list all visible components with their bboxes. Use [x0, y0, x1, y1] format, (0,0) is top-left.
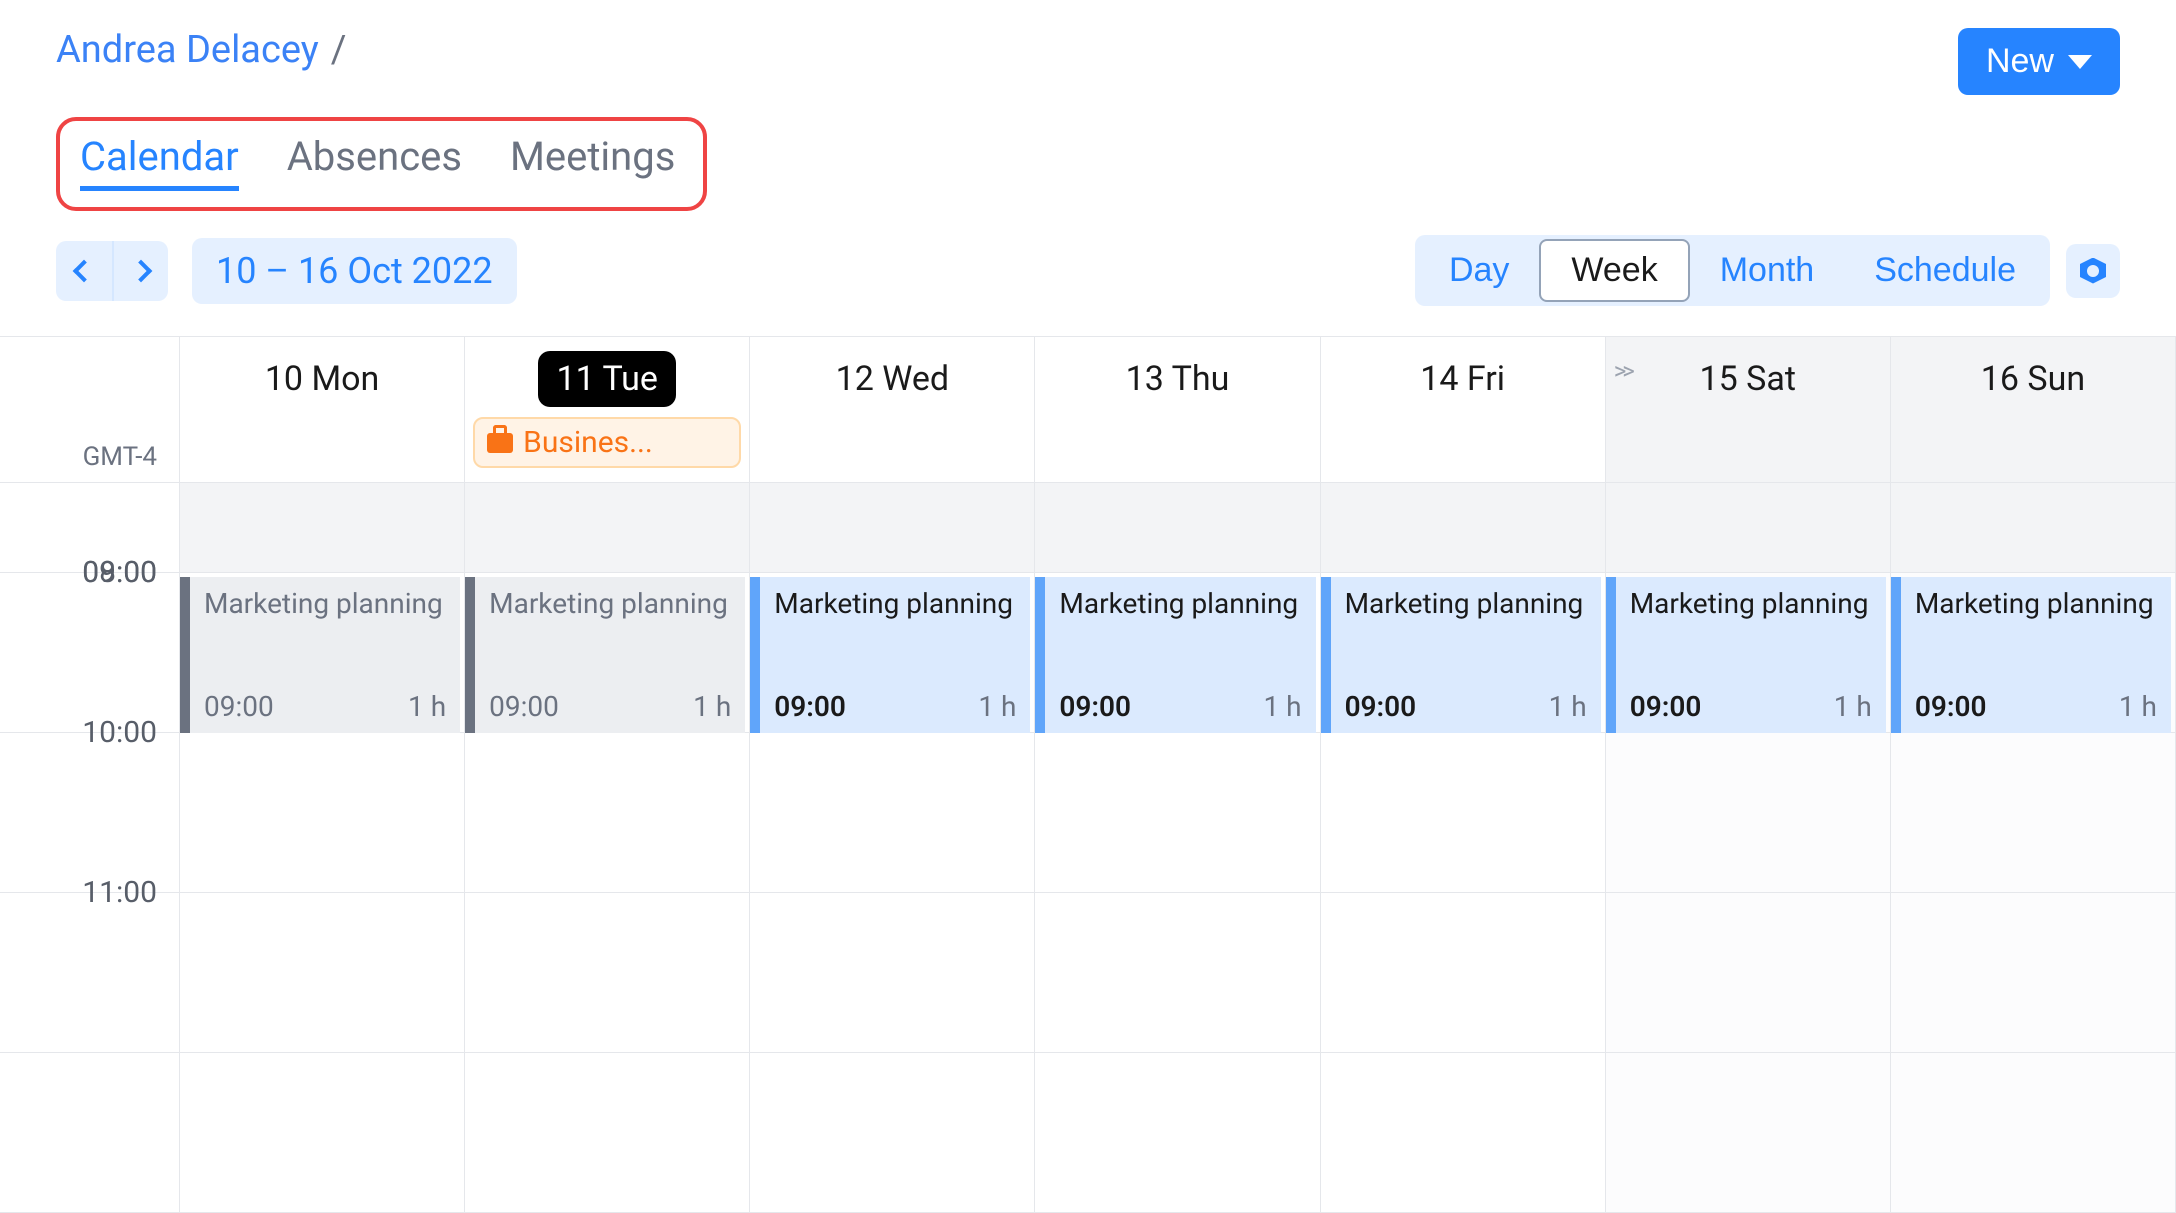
calendar-event[interactable]: Marketing planning 09:00 1 h — [465, 577, 745, 733]
day-header[interactable]: >> 15 Sat — [1606, 337, 1891, 482]
calendar-event[interactable]: Marketing planning 09:00 1 h — [1035, 577, 1315, 733]
tabs-highlight: Calendar Absences Meetings — [56, 117, 707, 211]
calendar-event[interactable]: Marketing planning 09:00 1 h — [1321, 577, 1601, 733]
event-time: 09:00 — [774, 690, 846, 723]
day-label: 15 Sat — [1682, 351, 1814, 407]
calendar-grid: GMT-4 10 Mon 11 Tue Busines... 12 Wed 13 Thu… — [0, 336, 2176, 1213]
day-label: 10 Mon — [247, 351, 398, 407]
allday-event[interactable]: Busines... — [473, 417, 741, 468]
event-duration: 1 h — [1549, 690, 1587, 723]
day-header[interactable]: 12 Wed — [750, 337, 1035, 482]
event-time: 09:00 — [204, 690, 274, 723]
date-nav — [56, 241, 168, 301]
time-label: 10:00 — [82, 715, 157, 750]
breadcrumb-user[interactable]: Andrea Delacey — [56, 28, 319, 72]
event-duration: 1 h — [978, 690, 1016, 723]
event-duration: 1 h — [1834, 690, 1872, 723]
tab-meetings[interactable]: Meetings — [510, 133, 675, 191]
timezone-label: GMT-4 — [0, 337, 180, 482]
view-week[interactable]: Week — [1539, 239, 1689, 302]
event-duration: 1 h — [1263, 690, 1301, 723]
calendar-event[interactable]: Marketing planning 09:00 1 h — [1606, 577, 1886, 733]
day-label: 13 Thu — [1108, 351, 1248, 407]
event-title: Marketing planning — [204, 587, 446, 621]
event-time: 09:00 — [1915, 690, 1987, 723]
new-button-label: New — [1986, 42, 2054, 81]
calendar-event[interactable]: Marketing planning 09:00 1 h — [1891, 577, 2171, 733]
day-header[interactable]: 14 Fri — [1321, 337, 1606, 482]
event-title: Marketing planning — [1345, 587, 1587, 621]
breadcrumb-separator: / — [331, 28, 347, 72]
event-title: Marketing planning — [1059, 587, 1301, 621]
day-column[interactable]: Marketing planning 09:00 1 h — [180, 483, 465, 1213]
event-time: 09:00 — [1059, 690, 1131, 723]
breadcrumb: Andrea Delacey / — [56, 28, 346, 72]
allday-event-title: Busines... — [523, 425, 653, 460]
event-duration: 1 h — [2119, 690, 2157, 723]
event-title: Marketing planning — [774, 587, 1016, 621]
day-header[interactable]: 11 Tue Busines... — [465, 337, 750, 482]
view-schedule[interactable]: Schedule — [1844, 239, 2046, 302]
day-label: 16 Sun — [1963, 351, 2103, 407]
day-header[interactable]: 16 Sun — [1891, 337, 2176, 482]
day-column[interactable]: Marketing planning 09:00 1 h — [1891, 483, 2176, 1213]
event-title: Marketing planning — [1630, 587, 1872, 621]
view-switcher: Day Week Month Schedule — [1415, 235, 2050, 306]
tab-calendar[interactable]: Calendar — [80, 133, 239, 191]
event-time: 09:00 — [489, 690, 559, 723]
prev-week-button[interactable] — [56, 241, 112, 301]
gear-icon — [2080, 258, 2106, 284]
day-label: 14 Fri — [1402, 351, 1523, 407]
event-duration: 1 h — [693, 690, 731, 723]
event-time: 09:00 — [1345, 690, 1417, 723]
day-column[interactable]: Marketing planning 09:00 1 h — [1606, 483, 1891, 1213]
day-header[interactable]: 10 Mon — [180, 337, 465, 482]
chevron-left-icon — [73, 259, 96, 282]
event-time: 09:00 — [1630, 690, 1702, 723]
event-title: Marketing planning — [1915, 587, 2157, 621]
briefcase-icon — [487, 433, 513, 453]
event-title: Marketing planning — [489, 587, 731, 621]
caret-down-icon — [2068, 55, 2092, 69]
date-range-picker[interactable]: 10 – 16 Oct 2022 — [192, 238, 517, 304]
day-label: 12 Wed — [818, 351, 968, 407]
time-label: 11:00 — [82, 875, 157, 910]
settings-button[interactable] — [2066, 244, 2120, 298]
expand-weekend-icon[interactable]: >> — [1614, 357, 1631, 385]
day-column[interactable]: Marketing planning 09:00 1 h — [465, 483, 750, 1213]
day-header[interactable]: 13 Thu — [1035, 337, 1320, 482]
new-button[interactable]: New — [1958, 28, 2120, 95]
calendar-event[interactable]: Marketing planning 09:00 1 h — [180, 577, 460, 733]
time-label: 09:00 — [82, 555, 157, 590]
day-column[interactable]: Marketing planning 09:00 1 h — [1321, 483, 1606, 1213]
calendar-event[interactable]: Marketing planning 09:00 1 h — [750, 577, 1030, 733]
next-week-button[interactable] — [112, 241, 168, 301]
view-month[interactable]: Month — [1690, 239, 1845, 302]
chevron-right-icon — [130, 259, 153, 282]
day-column[interactable]: Marketing planning 09:00 1 h — [1035, 483, 1320, 1213]
view-day[interactable]: Day — [1419, 239, 1539, 302]
event-duration: 1 h — [408, 690, 446, 723]
day-column[interactable]: Marketing planning 09:00 1 h — [750, 483, 1035, 1213]
day-label: 11 Tue — [538, 351, 675, 407]
tab-absences[interactable]: Absences — [287, 133, 462, 191]
